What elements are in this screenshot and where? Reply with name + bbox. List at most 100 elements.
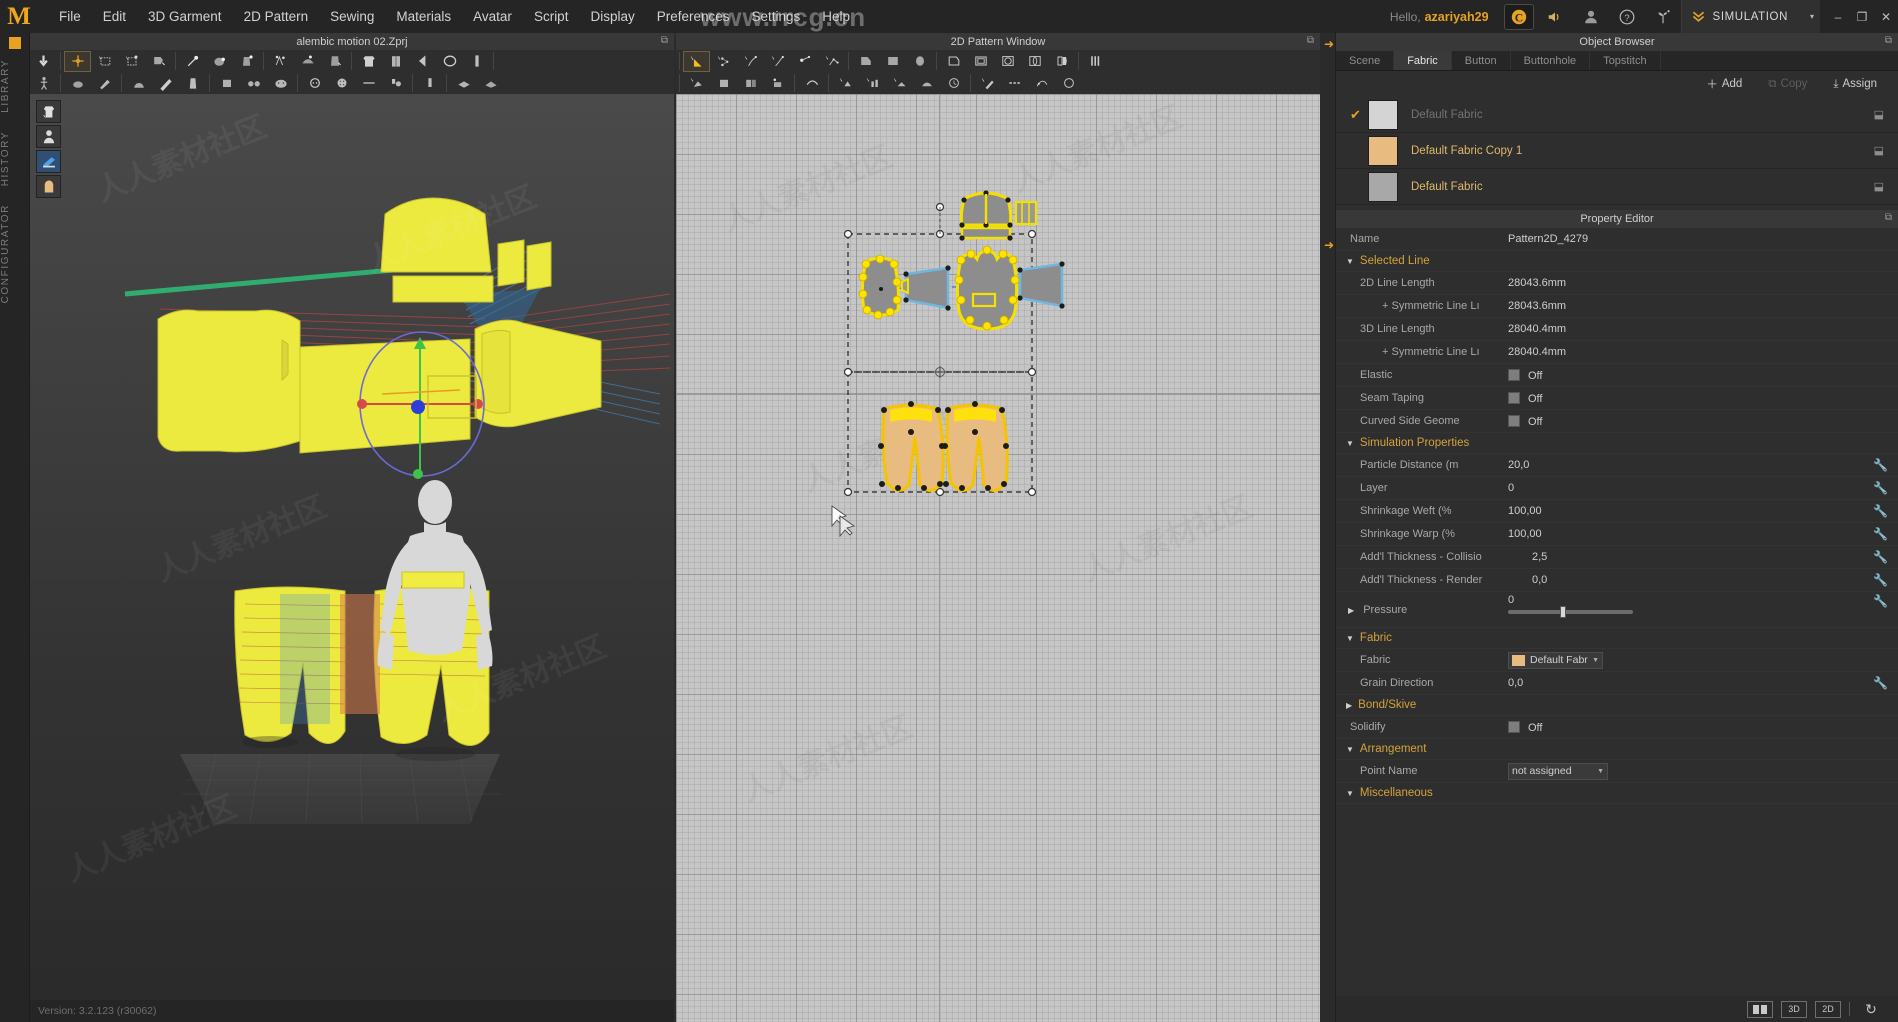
tool-snap-icon[interactable] <box>382 73 409 94</box>
popout-icon[interactable]: ⧉ <box>661 35 668 46</box>
fabric-brush-icon[interactable] <box>36 150 61 173</box>
copy-fabric-button[interactable]: ⧉ Copy <box>1759 75 1816 94</box>
checkbox-icon[interactable] <box>1508 720 1520 733</box>
property-value[interactable]: 0,0 <box>1508 677 1873 689</box>
load-fabric-icon[interactable]: ⬓ <box>1874 180 1884 193</box>
fabric-dropdown[interactable]: Default Fabr ▼ <box>1508 651 1603 669</box>
menu-preferences[interactable]: Preferences <box>646 4 741 29</box>
sidebar-item-configurator[interactable]: CONFIGURATOR <box>0 204 29 303</box>
split-view-button[interactable] <box>1747 1000 1773 1018</box>
restore-button[interactable]: ❐ <box>1850 5 1874 29</box>
section-fabric[interactable]: ▼ Fabric <box>1336 628 1898 649</box>
wrench-icon[interactable]: 🔧 <box>1873 676 1888 690</box>
property-value[interactable]: 100,00 <box>1508 528 1873 540</box>
list-item[interactable]: ✔ Default Fabric ⬓ <box>1336 97 1898 133</box>
tool-collar-icon[interactable] <box>436 51 463 72</box>
tool-box-select-icon[interactable] <box>91 51 118 72</box>
menu-3d-garment[interactable]: 3D Garment <box>137 4 233 29</box>
checkbox-icon[interactable] <box>1508 414 1520 427</box>
tool-sewing-line-icon[interactable] <box>798 73 825 94</box>
tool-fold-icon[interactable] <box>409 51 436 72</box>
tool-shirt-icon[interactable] <box>355 51 382 72</box>
wrench-icon[interactable]: 🔧 <box>1873 504 1888 518</box>
collapse-arrow-icon-2[interactable]: ➜ <box>1324 238 1334 252</box>
property-value[interactable]: 28040.4mm <box>1508 323 1888 335</box>
garment-select-icon[interactable] <box>36 100 61 123</box>
tool-flatten-icon[interactable] <box>710 73 737 94</box>
tool-pencil-icon[interactable] <box>974 73 1001 94</box>
tool-tack-icon[interactable] <box>206 51 233 72</box>
tool-pen-icon[interactable] <box>152 73 179 94</box>
tool-slash-spread-icon[interactable] <box>818 51 845 72</box>
chevron-down-icon[interactable]: ▾ <box>1810 12 1814 21</box>
view-3d-button[interactable]: 3D <box>1781 1000 1807 1018</box>
property-value[interactable]: 0 <box>1508 482 1873 494</box>
tool-fabric-plane-icon[interactable] <box>450 73 477 94</box>
tool-check-sewing-icon[interactable] <box>913 73 940 94</box>
tool-curve-pin-icon[interactable] <box>294 51 321 72</box>
load-fabric-icon[interactable]: ⬓ <box>1874 108 1884 121</box>
tool-mannequin-icon[interactable] <box>179 73 206 94</box>
wrench-icon[interactable]: 🔧 <box>1873 527 1888 541</box>
tool-pleat-icon[interactable] <box>1048 51 1075 72</box>
pressure-slider[interactable] <box>1508 606 1633 618</box>
tool-dashed-line-icon[interactable] <box>1001 73 1028 94</box>
tool-edit-curve-point-icon[interactable] <box>710 51 737 72</box>
tool-mask-icon[interactable] <box>267 73 294 94</box>
2d-pattern-viewport[interactable]: 人人素材社区 人人素材社区 人人素材社区 人人素材社区 人人素材社区 <box>676 94 1320 1022</box>
tool-jacket-icon[interactable] <box>382 51 409 72</box>
tool-segment-icon[interactable] <box>791 51 818 72</box>
mode-selector[interactable]: SIMULATION ▾ <box>1680 0 1820 33</box>
slider-knob[interactable] <box>1560 606 1566 618</box>
tool-trim-icon[interactable] <box>416 73 443 94</box>
tool-notch-icon[interactable] <box>1028 73 1055 94</box>
reset-view-button[interactable]: ↻ <box>1858 1001 1884 1018</box>
property-value[interactable]: 0,0 <box>1532 574 1873 586</box>
point-name-dropdown[interactable]: not assigned ▼ <box>1508 762 1608 780</box>
property-value[interactable]: 100,00 <box>1508 505 1873 517</box>
tool-pin-icon[interactable] <box>179 51 206 72</box>
tool-dart-icon[interactable] <box>1021 51 1048 72</box>
wrench-icon[interactable]: 🔧 <box>1873 594 1888 608</box>
chevron-down-icon[interactable]: ▼ <box>1592 657 1599 664</box>
tool-avatar-measure-icon[interactable] <box>64 73 91 94</box>
tool-fold-arrange-icon[interactable] <box>145 51 172 72</box>
section-bond-skive[interactable]: ▶ Bond/Skive <box>1336 695 1898 716</box>
tool-sewing-clock-icon[interactable] <box>940 73 967 94</box>
3d-viewport[interactable]: 人人素材社区 人人素材社区 人人素材社区 人人素材社区 人人素材社区 Versi… <box>30 94 674 1022</box>
popout-icon[interactable]: ⧉ <box>1885 212 1892 223</box>
popout-icon[interactable]: ⧉ <box>1885 35 1892 46</box>
tool-zipper-icon[interactable] <box>267 51 294 72</box>
tab-buttonhole[interactable]: Buttonhole <box>1511 51 1591 70</box>
tool-garment-pin-icon[interactable] <box>233 51 260 72</box>
tool-unfold-icon[interactable] <box>737 73 764 94</box>
tool-measure-circle-icon[interactable] <box>1055 73 1082 94</box>
tool-glasses-icon[interactable] <box>240 73 267 94</box>
wrench-icon[interactable]: 🔧 <box>1873 573 1888 587</box>
load-fabric-icon[interactable]: ⬓ <box>1874 144 1884 157</box>
section-simulation-properties[interactable]: ▼ Simulation Properties <box>1336 433 1898 454</box>
list-item[interactable]: Default Fabric Copy 1 ⬓ <box>1336 133 1898 169</box>
skin-icon[interactable] <box>36 175 61 198</box>
section-selected-line[interactable]: ▼ Selected Line <box>1336 251 1898 272</box>
add-fabric-button[interactable]: ＋ Add <box>1697 73 1751 95</box>
section-miscellaneous[interactable]: ▼ Miscellaneous <box>1336 783 1898 804</box>
menu-file[interactable]: File <box>48 4 92 29</box>
list-item[interactable]: Default Fabric ⬓ <box>1336 169 1898 205</box>
wrench-icon[interactable]: 🔧 <box>1873 458 1888 472</box>
property-value-wrap[interactable]: Off <box>1508 414 1888 428</box>
name-value[interactable]: Pattern2D_4279 <box>1508 233 1888 245</box>
tool-brush-icon[interactable] <box>91 73 118 94</box>
tool-internal-polygon-icon[interactable] <box>940 51 967 72</box>
property-value[interactable]: 2,5 <box>1532 551 1873 563</box>
property-value-wrap[interactable]: Off <box>1508 720 1888 734</box>
checkbox-icon[interactable] <box>1508 368 1520 381</box>
right-panel-collapse-rail[interactable]: ➜ ➜ <box>1322 33 1336 1022</box>
assign-fabric-button[interactable]: ⤓ Assign <box>1824 75 1886 94</box>
tool-edit-curvature-icon[interactable] <box>737 51 764 72</box>
tool-segment-sewing-icon[interactable] <box>859 73 886 94</box>
tool-ruler-icon[interactable] <box>463 51 490 72</box>
tool-surface-icon[interactable] <box>477 73 504 94</box>
avatar-select-icon[interactable] <box>36 125 61 148</box>
tool-garment-edit-icon[interactable] <box>321 51 348 72</box>
